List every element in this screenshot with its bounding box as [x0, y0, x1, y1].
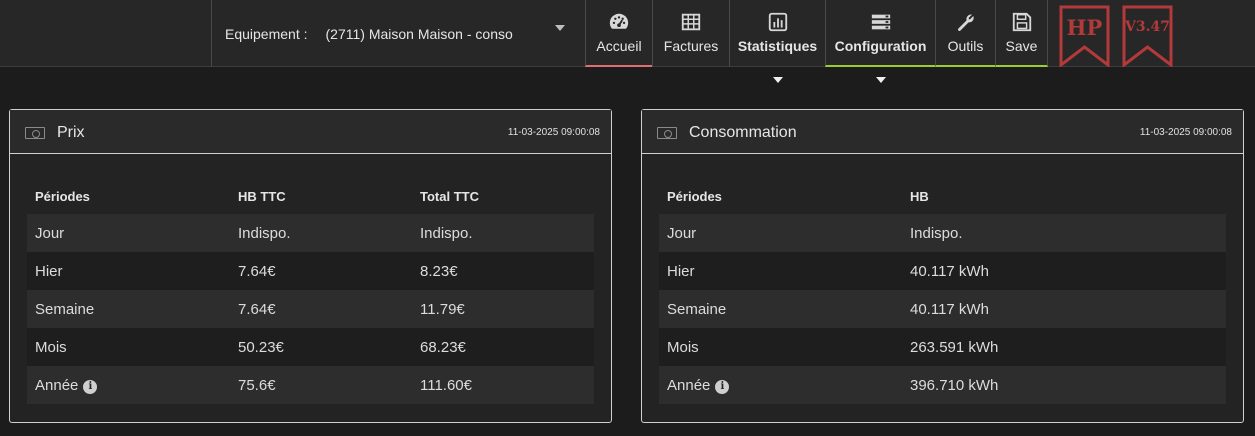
- nav-statistiques-label: Statistiques: [737, 38, 818, 54]
- column-header: HB: [910, 188, 929, 204]
- info-icon[interactable]: i: [83, 379, 98, 394]
- nav-outils-label: Outils: [947, 38, 984, 54]
- configuration-dropdown-caret-icon[interactable]: [876, 77, 886, 83]
- server-icon: [871, 14, 890, 30]
- nav-outils-button[interactable]: Outils: [935, 0, 995, 67]
- equipment-selector[interactable]: Equipement : (2711) Maison Maison - cons…: [211, 0, 585, 67]
- hp-badge-text: HP: [1067, 15, 1103, 40]
- total-cell: 8.23€: [412, 252, 594, 290]
- nav-factures-button[interactable]: Factures: [652, 0, 729, 67]
- period-cell: Année i: [659, 366, 902, 404]
- consommation-table: Périodes HB Jour Indispo. Hier 40.117 kW…: [659, 178, 1226, 404]
- top-navbar: Equipement : (2711) Maison Maison - cons…: [0, 0, 1255, 67]
- hb-cell: 396.710 kWh: [902, 366, 1226, 404]
- table-header-row: Périodes HB TTC Total TTC: [27, 178, 594, 214]
- info-icon[interactable]: i: [715, 379, 730, 394]
- hb-cell: 40.117 kWh: [902, 252, 1226, 290]
- equipment-value[interactable]: (2711) Maison Maison - conso: [326, 26, 513, 42]
- version-badge-text: V3.47: [1124, 19, 1170, 35]
- nav-save-button[interactable]: Save: [995, 0, 1048, 67]
- total-cell: 11.79€: [412, 290, 594, 328]
- hb-cell: Indispo.: [902, 214, 1226, 252]
- hb-cell: 263.591 kWh: [902, 328, 1226, 366]
- total-cell: Indispo.: [412, 214, 594, 252]
- table-row: Année i 396.710 kWh: [659, 366, 1226, 404]
- consommation-timestamp: 11-03-2025 09:00:08: [1139, 127, 1232, 138]
- table-row: Mois 263.591 kWh: [659, 328, 1226, 366]
- hb-cell: 75.6€: [230, 366, 412, 404]
- version-bookmark-badge: V3.47: [1122, 5, 1173, 67]
- floppy-disk-icon: [1012, 12, 1031, 32]
- table-row: Mois 50.23€ 68.23€: [27, 328, 594, 366]
- table-row: Semaine 40.117 kWh: [659, 290, 1226, 328]
- period-cell: Année i: [27, 366, 230, 404]
- table-header-row: Périodes HB: [659, 178, 1226, 214]
- column-header: Périodes: [35, 188, 90, 204]
- period-label: Année: [667, 376, 711, 394]
- dashboard-icon: [609, 13, 629, 29]
- chevron-down-icon[interactable]: [555, 25, 565, 31]
- period-label: Année: [35, 376, 79, 394]
- period-cell: Mois: [27, 328, 230, 366]
- period-cell: Hier: [27, 252, 230, 290]
- nav-configuration-label: Configuration: [834, 38, 927, 54]
- equipment-label: Equipement :: [225, 25, 308, 42]
- total-cell: 111.60€: [412, 366, 594, 404]
- table-icon: [681, 13, 701, 31]
- total-cell: 68.23€: [412, 328, 594, 366]
- consommation-panel: Consommation 11-03-2025 09:00:08 Période…: [641, 109, 1244, 423]
- bar-chart-icon: [768, 12, 787, 32]
- nav-statistiques-button[interactable]: Statistiques: [729, 0, 825, 67]
- hb-cell: 50.23€: [230, 328, 412, 366]
- table-row: Hier 40.117 kWh: [659, 252, 1226, 290]
- statistiques-dropdown-caret-icon[interactable]: [773, 77, 783, 83]
- consommation-panel-header: Consommation 11-03-2025 09:00:08: [642, 110, 1243, 154]
- table-row: Semaine 7.64€ 11.79€: [27, 290, 594, 328]
- prix-table: Périodes HB TTC Total TTC Jour Indispo. …: [27, 178, 594, 404]
- money-icon: [25, 127, 45, 139]
- column-header: Périodes: [667, 188, 722, 204]
- nav-accueil-button[interactable]: Accueil: [585, 0, 652, 67]
- consommation-title: Consommation: [689, 124, 797, 141]
- table-row: Année i 75.6€ 111.60€: [27, 366, 594, 404]
- prix-timestamp: 11-03-2025 09:00:08: [507, 127, 600, 138]
- hb-cell: 7.64€: [230, 252, 412, 290]
- prix-panel-header: Prix 11-03-2025 09:00:08: [10, 110, 611, 154]
- nav-save-label: Save: [1005, 38, 1038, 54]
- hb-cell: 7.64€: [230, 290, 412, 328]
- nav-factures-label: Factures: [663, 38, 719, 54]
- hb-cell: 40.117 kWh: [902, 290, 1226, 328]
- table-row: Hier 7.64€ 8.23€: [27, 252, 594, 290]
- nav-accueil-label: Accueil: [596, 38, 642, 54]
- nav-configuration-button[interactable]: Configuration: [825, 0, 935, 67]
- hp-bookmark-badge[interactable]: HP: [1059, 5, 1110, 67]
- column-header: HB TTC: [238, 188, 286, 204]
- period-cell: Semaine: [27, 290, 230, 328]
- table-row: Jour Indispo.: [659, 214, 1226, 252]
- period-cell: Jour: [659, 214, 902, 252]
- period-cell: Mois: [659, 328, 902, 366]
- money-icon: [657, 127, 677, 139]
- period-cell: Semaine: [659, 290, 902, 328]
- prix-title: Prix: [57, 124, 85, 141]
- prix-panel: Prix 11-03-2025 09:00:08 Périodes HB TTC…: [9, 109, 612, 423]
- column-header: Total TTC: [420, 188, 479, 204]
- wrench-icon: [957, 14, 974, 31]
- table-row: Jour Indispo. Indispo.: [27, 214, 594, 252]
- hb-cell: Indispo.: [230, 214, 412, 252]
- period-cell: Hier: [659, 252, 902, 290]
- period-cell: Jour: [27, 214, 230, 252]
